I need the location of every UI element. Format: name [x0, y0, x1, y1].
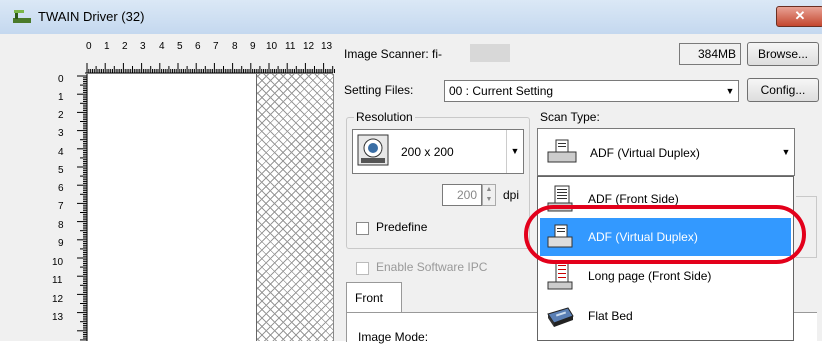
software-ipc-checkbox[interactable]: [356, 262, 369, 275]
resolution-select[interactable]: 200 x 200 ▼: [352, 129, 524, 174]
ruler-number: 12: [52, 294, 64, 305]
ruler-number: 10: [266, 41, 278, 52]
scanner-app-icon: [13, 10, 31, 23]
left-ruler: [77, 74, 88, 341]
image-scanner-label: Image Scanner: fi-: [344, 47, 443, 61]
scan-type-value: ADF (Virtual Duplex): [590, 146, 700, 160]
ruler-number: 0: [86, 41, 92, 52]
memory-display: 384MB: [679, 43, 741, 65]
preview-page[interactable]: [88, 74, 257, 341]
chevron-down-icon: ▼: [781, 147, 791, 157]
ruler-number: 2: [58, 110, 64, 121]
ruler-number: 1: [104, 41, 110, 52]
chevron-down-icon: ▼: [506, 130, 523, 173]
ruler-number: 11: [285, 41, 296, 52]
dpi-spinner[interactable]: ▲ ▼: [482, 184, 496, 206]
ruler-number: 4: [159, 41, 165, 52]
resolution-group-label: Resolution: [354, 110, 415, 124]
title-bar: TWAIN Driver (32) ✕: [0, 0, 822, 34]
predefine-label: Predefine: [376, 220, 428, 234]
ruler-number: 9: [250, 41, 256, 52]
custom-dpi-input[interactable]: 200: [442, 184, 482, 206]
ruler-number: 6: [58, 183, 64, 194]
ruler-number: 4: [58, 147, 64, 158]
ruler-number: 6: [195, 41, 201, 52]
scan-type-select[interactable]: ADF (Virtual Duplex) ▼: [537, 128, 795, 176]
ruler-number: 9: [58, 238, 64, 249]
highlight-annotation: [524, 205, 806, 264]
ruler-number: 5: [58, 165, 64, 176]
browse-button[interactable]: Browse...: [747, 42, 819, 66]
ruler-number: 7: [58, 201, 64, 212]
option-label: ADF (Front Side): [588, 192, 679, 206]
image-mode-label: Image Mode:: [358, 330, 429, 344]
tab-front[interactable]: Front: [346, 282, 402, 313]
option-label: Flat Bed: [588, 309, 633, 323]
ruler-number: 13: [321, 41, 333, 52]
option-label: Long page (Front Side): [588, 269, 712, 283]
scan-type-option-flatbed[interactable]: Flat Bed: [540, 297, 791, 335]
setting-files-value: 00 : Current Setting: [449, 84, 554, 98]
close-button[interactable]: ✕: [776, 6, 822, 27]
resolution-icon: [357, 134, 389, 166]
ruler-number: 0: [58, 74, 64, 85]
ruler-number: 1: [58, 92, 64, 103]
ruler-number: 2: [122, 41, 128, 52]
window-title: TWAIN Driver (32): [38, 9, 145, 24]
predefine-checkbox[interactable]: [356, 222, 369, 235]
resolution-value: 200 x 200: [401, 145, 454, 159]
setting-files-select[interactable]: 00 : Current Setting ▼: [444, 80, 739, 102]
chevron-down-icon: ▼: [725, 86, 735, 96]
scan-type-label: Scan Type:: [540, 110, 600, 124]
ruler-number: 8: [232, 41, 238, 52]
software-ipc-label: Enable Software IPC: [376, 260, 488, 274]
ruler-number: 7: [213, 41, 219, 52]
config-button[interactable]: Config...: [747, 78, 819, 102]
long-page-icon: [547, 262, 573, 290]
scanner-model-redacted: [470, 44, 510, 62]
ruler-number: 3: [58, 128, 64, 139]
tab-front-label: Front: [355, 291, 384, 305]
flatbed-icon: [547, 307, 574, 327]
dpi-unit-label: dpi: [503, 188, 520, 202]
ruler-number: 8: [58, 220, 64, 231]
ruler-number: 12: [303, 41, 315, 52]
twain-driver-window: TWAIN Driver (32) ✕ 0 1 2 3 4 5 6 7 8 9 …: [0, 0, 822, 344]
top-ruler: [85, 63, 335, 74]
ruler-number: 11: [52, 275, 63, 286]
ruler-number: 5: [177, 41, 183, 52]
setting-files-label: Setting Files:: [344, 83, 414, 97]
ruler-number: 13: [52, 312, 64, 323]
ruler-number: 10: [52, 257, 64, 268]
ruler-number: 3: [140, 41, 146, 52]
adf-duplex-icon: [547, 139, 577, 163]
